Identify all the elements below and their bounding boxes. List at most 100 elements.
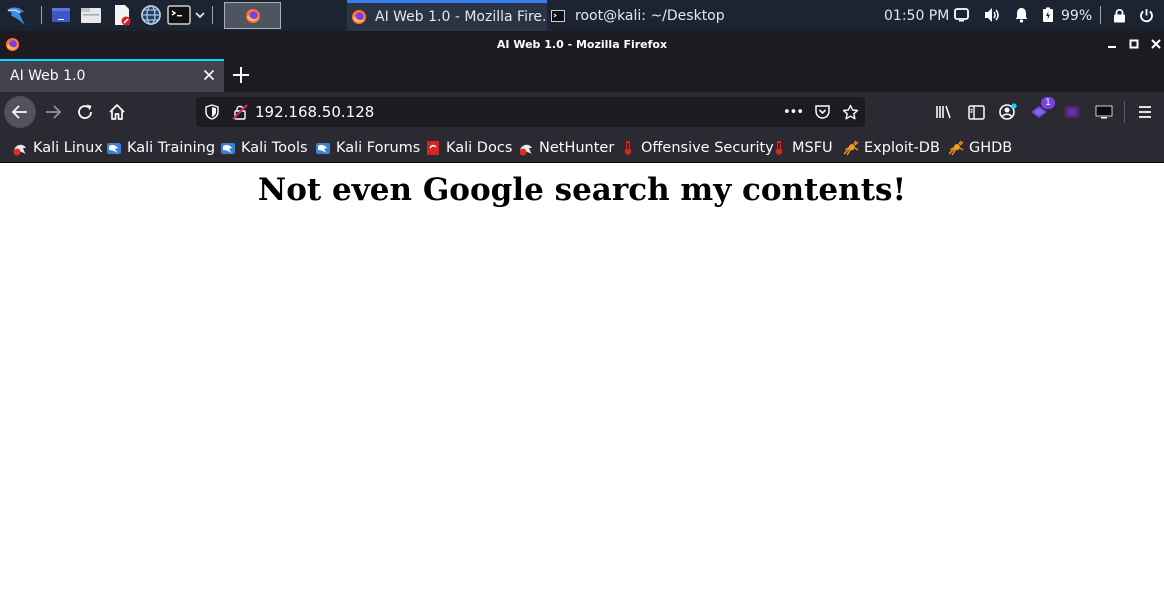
bookmark-kali-tools[interactable]: Kali Tools [220,138,308,158]
home-button[interactable] [101,96,133,128]
reload-icon [78,104,92,119]
bookmark-ghdb[interactable]: GHDB [948,138,1012,158]
show-desktop-icon[interactable] [50,5,72,25]
display-icon[interactable] [953,7,969,23]
page-actions-more-icon[interactable]: ••• [782,103,804,121]
tab-label: AI Web 1.0 [10,68,86,84]
url-bar[interactable]: 192.168.50.128 ••• [196,97,865,127]
kali-tools-icon [221,143,235,154]
hamburger-menu-icon [1139,106,1151,118]
extension-badge: 1 [1041,97,1055,109]
msfu-icon [775,141,783,155]
app-menu-button[interactable] [1129,96,1161,128]
panel-separator [41,6,42,24]
library-icon [936,105,951,119]
chevron-down-icon[interactable] [193,7,207,23]
window-title: AI Web 1.0 - Mozilla Firefox [496,38,668,51]
bookmark-nethunter[interactable]: NetHunter [518,138,614,158]
desktop-panel: AI Web 1.0 - Mozilla Fire... root@kali: … [0,0,1164,31]
bookmark-kali-forums[interactable]: Kali Forums [315,138,420,158]
lock-icon[interactable] [1111,7,1127,23]
terminal-icon[interactable] [167,5,191,25]
url-text[interactable]: 192.168.50.128 [255,103,374,121]
bookmark-label: GHDB [969,140,1013,156]
offensive-security-icon [624,141,632,155]
new-tab-button[interactable] [230,64,252,86]
web-browser-icon[interactable] [140,4,162,26]
extension-button[interactable] [1088,96,1120,128]
bookmark-label: Kali Docs [446,140,513,156]
account-icon [999,103,1017,120]
task-terminal[interactable]: root@kali: ~/Desktop [549,0,749,31]
kali-training-icon [107,143,121,154]
back-button[interactable] [4,96,36,128]
navigation-toolbar: 192.168.50.128 ••• 1 [0,92,1164,132]
tracking-protection-shield-icon[interactable] [203,103,221,121]
page-content: Not even Google search my contents! [0,164,1164,606]
firefox-icon [245,8,261,28]
bookmark-kali-training[interactable]: Kali Training [106,138,215,158]
page-heading: Not even Google search my contents! [257,172,907,208]
kali-menu-icon[interactable] [2,2,30,29]
kali-forums-icon [316,143,330,154]
bookmark-label: Kali Tools [241,140,308,156]
pocket-icon[interactable] [813,103,831,121]
extension-button[interactable] [1056,96,1088,128]
bookmark-offensive-security[interactable]: Offensive Security [620,138,774,158]
toolbar-separator [1124,101,1125,123]
kali-dragon-icon [13,144,26,156]
reload-button[interactable] [69,96,101,128]
nethunter-icon [519,144,532,156]
insecure-connection-icon[interactable] [231,103,249,121]
exploit-db-spider-icon [843,140,859,156]
home-icon [109,104,125,120]
workspace-switcher[interactable] [224,2,281,29]
sidebar-icon [967,104,985,120]
bookmark-label: NetHunter [539,140,615,156]
minimize-button[interactable] [1104,36,1120,52]
window-titlebar: AI Web 1.0 - Mozilla Firefox [0,31,1164,58]
terminal-icon [551,9,565,22]
bookmark-exploit-db[interactable]: Exploit-DB [843,138,940,158]
extension-icon [1065,106,1079,118]
library-button[interactable] [928,96,960,128]
bookmark-label: Kali Forums [336,140,421,156]
maximize-button[interactable] [1126,36,1142,52]
volume-icon[interactable] [983,7,1001,23]
tab-strip: AI Web 1.0 [0,58,1164,92]
close-window-button[interactable] [1148,36,1164,52]
ghdb-spider-icon [948,140,964,156]
tab-active[interactable]: AI Web 1.0 [0,59,224,92]
monitor-icon [1095,105,1113,119]
bookmark-label: Offensive Security [641,140,774,156]
task-label: AI Web 1.0 - Mozilla Fire... [375,9,547,25]
battery-icon[interactable] [1041,7,1055,23]
battery-level: 99% [1061,7,1093,24]
panel-separator [212,6,213,24]
sidebar-button[interactable] [960,96,992,128]
bookmarks-toolbar: Kali Linux Kali Training Kali Tools Kali… [0,132,1164,163]
text-editor-icon[interactable] [111,4,133,26]
notifications-icon[interactable] [1013,7,1029,23]
account-button[interactable] [992,96,1024,128]
file-manager-icon[interactable] [80,5,102,25]
bookmark-msfu[interactable]: MSFU [771,138,833,158]
forward-button[interactable] [37,96,69,128]
bookmark-kali-linux[interactable]: Kali Linux [12,138,103,158]
bookmark-label: Kali Training [127,140,216,156]
task-firefox[interactable]: AI Web 1.0 - Mozilla Fire... [347,0,547,31]
extension-button[interactable]: 1 [1024,96,1056,128]
power-icon[interactable] [1138,7,1154,23]
bookmark-label: MSFU [792,140,833,156]
bookmark-kali-docs[interactable]: Kali Docs [425,138,512,158]
back-arrow-icon [11,105,27,119]
bookmark-label: Exploit-DB [864,140,940,156]
firefox-icon [351,9,367,25]
task-label: root@kali: ~/Desktop [575,7,725,24]
kali-docs-icon [427,141,439,155]
forward-arrow-icon [46,105,62,119]
close-tab-icon[interactable] [202,68,216,82]
bookmark-star-icon[interactable] [841,103,859,121]
bookmark-label: Kali Linux [33,140,103,156]
clock[interactable]: 01:50 PM [884,0,949,31]
